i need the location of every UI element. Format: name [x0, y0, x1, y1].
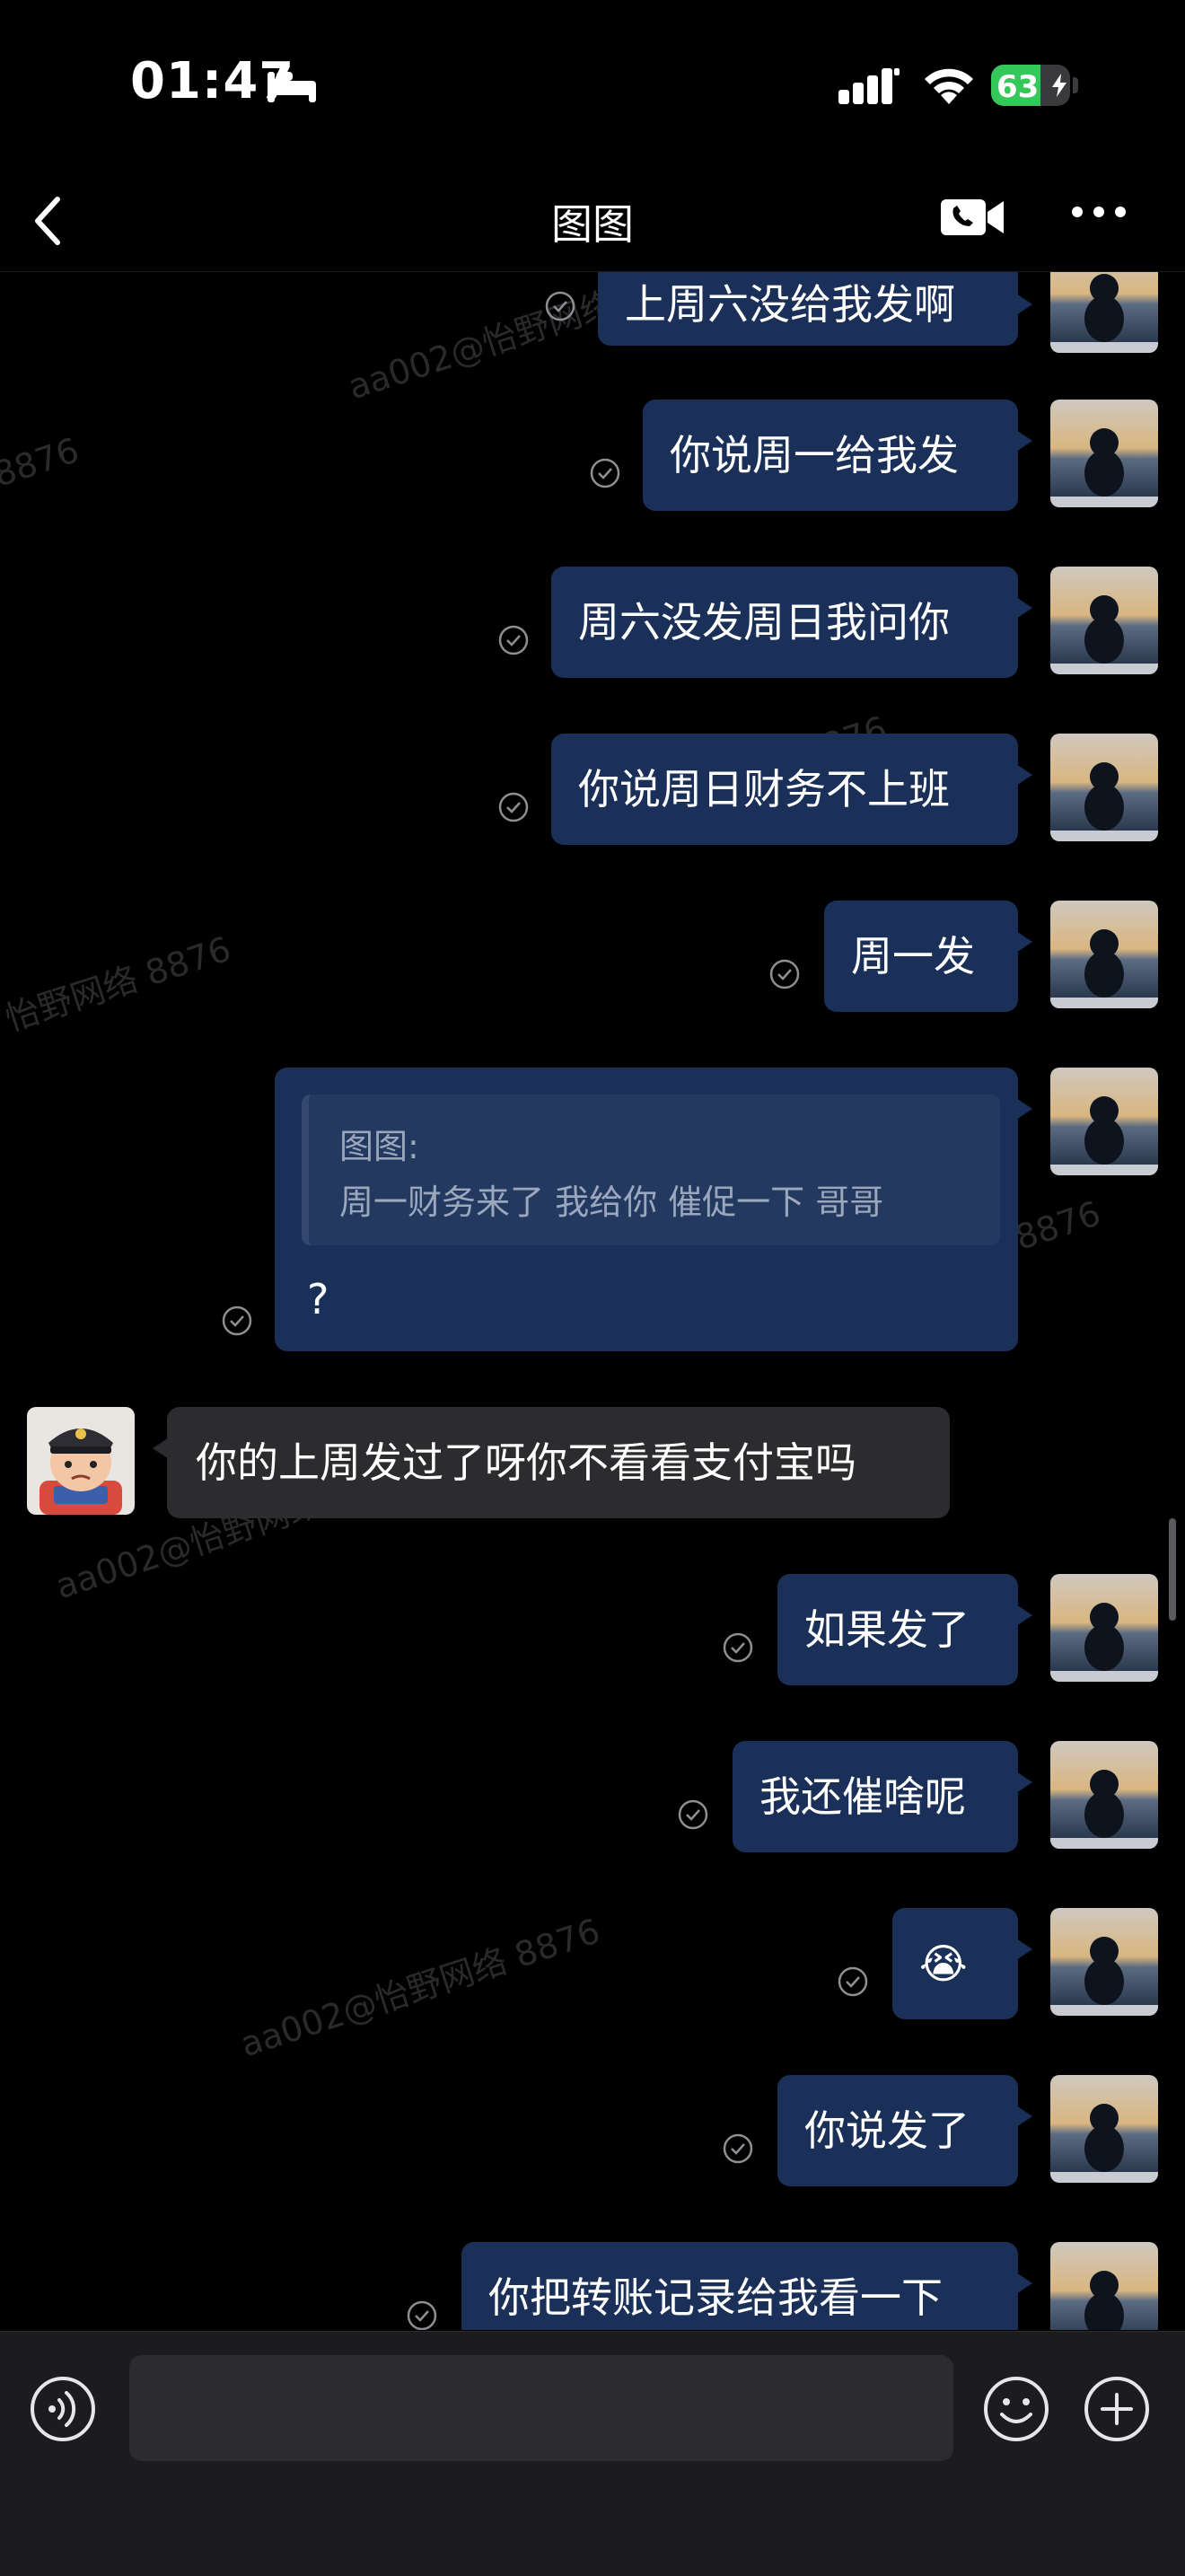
scroll-indicator[interactable] [1169, 1518, 1176, 1621]
sunset-photo-icon [1050, 567, 1158, 674]
watermark: 8876 [1010, 1193, 1106, 1258]
read-check-icon [769, 959, 800, 989]
message-bubble[interactable]: 如果发了 [777, 1574, 1032, 1685]
message-text: 如果发了 [804, 1605, 970, 1654]
status-bar: 01:47 63 [0, 0, 1185, 171]
my-avatar[interactable] [1050, 272, 1158, 353]
battery-indicator: 63 [991, 65, 1070, 106]
read-check-icon [498, 625, 529, 655]
my-avatar[interactable] [1050, 1068, 1158, 1175]
message-text: 周一发 [851, 932, 975, 980]
back-chevron-icon[interactable] [31, 192, 66, 250]
my-avatar[interactable] [1050, 1574, 1158, 1682]
message-bubble[interactable]: 周一发 [824, 901, 1032, 1012]
watermark: 怡野网络 8876 [0, 928, 236, 1040]
message-bubble[interactable]: 我还催啥呢 [733, 1741, 1032, 1852]
my-avatar[interactable] [1050, 1908, 1158, 2016]
message-text: 上周六没给我发啊 [625, 280, 955, 329]
message-bubble[interactable]: 你说周一给我发 [643, 400, 1032, 511]
read-check-icon [838, 1966, 868, 1997]
message-text: 你说周日财务不上班 [578, 765, 950, 813]
sunset-photo-icon [1050, 400, 1158, 507]
sleep-mode-icon [268, 72, 316, 102]
battery-percentage: 63 [996, 69, 1040, 105]
message-text: 你说发了 [804, 2106, 970, 2155]
chat-title: 图图 [551, 200, 634, 249]
emoji-icon[interactable] [982, 2375, 1050, 2443]
contact-avatar[interactable] [27, 1407, 135, 1515]
sunset-photo-icon [1050, 1068, 1158, 1175]
quoted-sender: 图图: [339, 1127, 419, 1166]
more-options-icon[interactable] [1070, 203, 1128, 221]
message-bubble[interactable]: 你把转账记录给我看一下 [461, 2242, 1032, 2330]
voice-input-icon[interactable] [29, 2375, 97, 2443]
read-check-icon [407, 2300, 437, 2330]
my-avatar[interactable] [1050, 400, 1158, 507]
read-check-icon [678, 1799, 708, 1830]
read-check-icon [222, 1306, 252, 1336]
read-check-icon [723, 1632, 753, 1663]
my-avatar[interactable] [1050, 734, 1158, 841]
sunset-photo-icon [1050, 1741, 1158, 1849]
sunset-photo-icon [1050, 901, 1158, 1008]
message-bubble[interactable]: 上周六没给我发啊 [598, 272, 1032, 346]
quoted-text: 周一财务来了 我给你 催促一下 哥哥 [339, 1182, 884, 1222]
cartoon-police-avatar-icon [27, 1407, 135, 1515]
message-text: 你的上周发过了呀你不看看支付宝吗 [196, 1438, 856, 1487]
my-avatar[interactable] [1050, 2075, 1158, 2183]
watermark: aa002@怡野网络 8876 [235, 1911, 605, 2065]
read-check-icon [590, 458, 620, 488]
message-text: 😭 [919, 1939, 968, 1988]
read-check-icon [545, 291, 575, 321]
message-list[interactable]: aa002@怡野网络 8876 8876 怡野网络 8876 8876 aa00… [0, 272, 1185, 2330]
add-attachment-icon[interactable] [1083, 2375, 1151, 2443]
message-bubble[interactable]: 周六没发周日我问你 [551, 567, 1032, 678]
message-bubble[interactable]: 你说发了 [777, 2075, 1032, 2186]
message-bubble[interactable]: 你说周日财务不上班 [551, 734, 1032, 845]
sunset-photo-icon [1050, 734, 1158, 841]
my-avatar[interactable] [1050, 2242, 1158, 2330]
cellular-signal-icon [838, 68, 900, 104]
sunset-photo-icon [1050, 1908, 1158, 2016]
message-input[interactable] [129, 2355, 953, 2461]
message-bubble[interactable]: 😭 [892, 1908, 1032, 2019]
message-text: ? [307, 1275, 329, 1323]
message-text: 你把转账记录给我看一下 [488, 2273, 943, 2322]
message-bubble[interactable]: 你的上周发过了呀你不看看支付宝吗 [153, 1407, 950, 1518]
battery-cap [1073, 77, 1078, 93]
sunset-photo-icon [1050, 1574, 1158, 1682]
sunset-photo-icon [1050, 2242, 1158, 2330]
quoted-reply-bubble[interactable]: 图图: 周一财务来了 我给你 催促一下 哥哥 ? [275, 1068, 1032, 1351]
message-text: 你说周一给我发 [670, 431, 959, 479]
my-avatar[interactable] [1050, 901, 1158, 1008]
charging-bolt-icon [1052, 74, 1066, 97]
watermark: 8876 [0, 430, 84, 495]
quoted-message[interactable]: 图图: 周一财务来了 我给你 催促一下 哥哥 [302, 1095, 1000, 1245]
sunset-photo-icon [1050, 272, 1158, 353]
my-avatar[interactable] [1050, 567, 1158, 674]
read-check-icon [498, 792, 529, 822]
wifi-icon [925, 68, 973, 104]
read-check-icon [723, 2133, 753, 2164]
sunset-photo-icon [1050, 2075, 1158, 2183]
message-text: 我还催啥呢 [759, 1772, 966, 1821]
video-call-icon[interactable] [939, 192, 1007, 242]
chat-header: 图图 [0, 171, 1185, 272]
my-avatar[interactable] [1050, 1741, 1158, 1849]
message-text: 周六没发周日我问你 [578, 598, 950, 646]
message-input-bar [0, 2331, 1185, 2576]
